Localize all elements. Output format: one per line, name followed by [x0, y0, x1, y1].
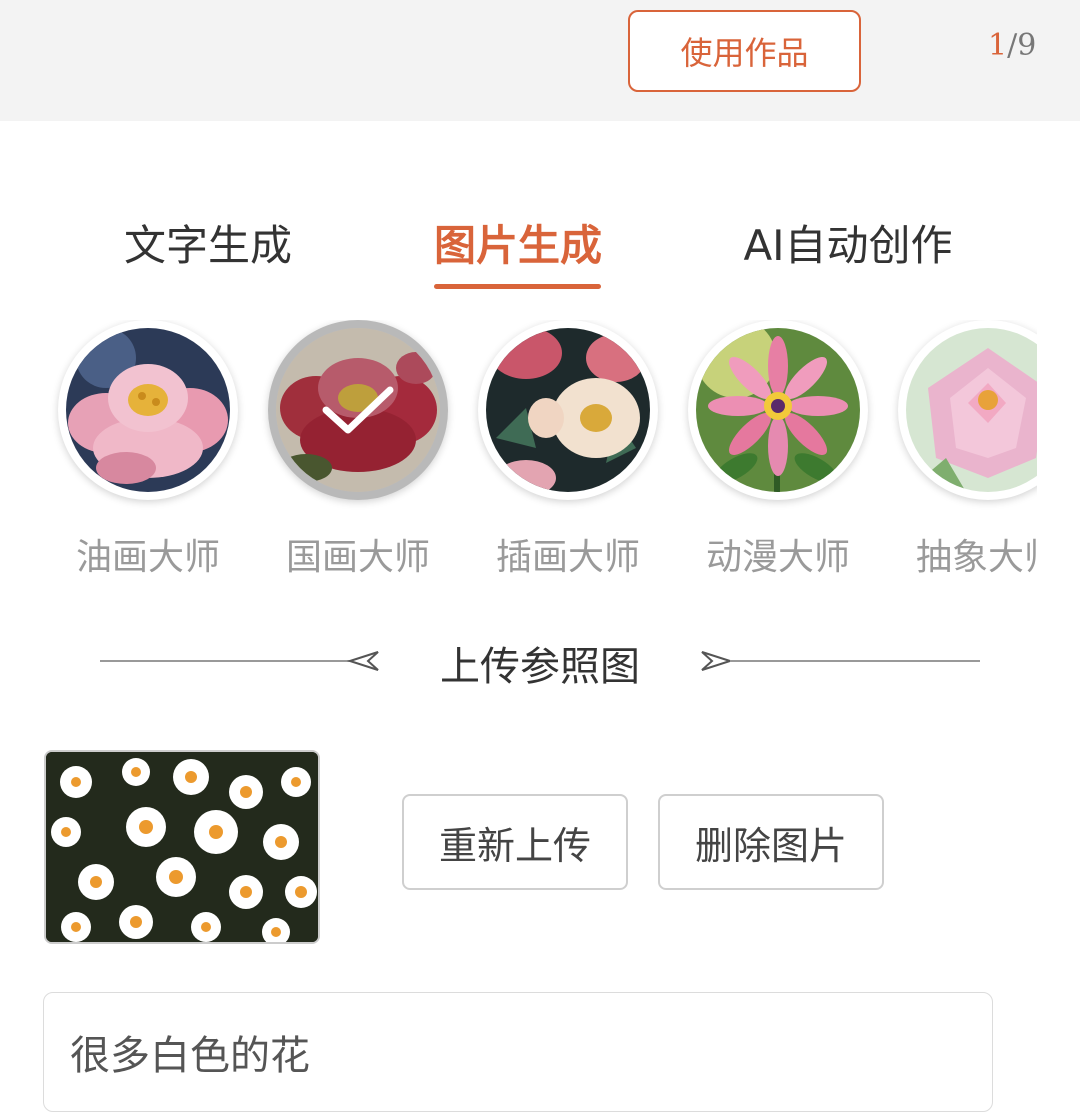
peony-chinese-painting-icon [276, 328, 440, 492]
page-current: 1 [988, 28, 1008, 63]
active-tab-indicator [434, 284, 601, 289]
upload-section-title: 上传参照图 [440, 644, 640, 690]
style-item-illustration[interactable]: 插画大师 [473, 320, 663, 580]
style-label: 动漫大师 [705, 537, 850, 578]
ornament-left-icon [100, 651, 379, 671]
page-total: /9 [1007, 28, 1037, 63]
peony-oil-painting-icon [66, 328, 230, 492]
prompt-input[interactable]: 很多白色的花 [43, 992, 993, 1112]
tab-text-generate[interactable]: 文字生成 [124, 212, 292, 273]
ornament-right-icon [701, 651, 980, 671]
style-label: 抽象大师 [915, 537, 1037, 578]
style-label: 国画大师 [285, 537, 430, 578]
style-item-anime[interactable]: 动漫大师 [683, 320, 873, 580]
tab-image-generate[interactable]: 图片生成 [434, 212, 602, 273]
style-item-oil[interactable]: 油画大师 [53, 320, 243, 580]
style-item-abstract[interactable]: 抽象大师 [893, 320, 1037, 580]
style-label: 油画大师 [75, 537, 220, 578]
upload-section-header: 上传参照图 [0, 630, 1080, 700]
style-avatar-ring-selected [268, 320, 448, 500]
top-bar: 使用作品 1/9 [0, 0, 1080, 121]
style-avatar-ring [478, 320, 658, 500]
tab-ai-auto-create[interactable]: AI自动创作 [743, 212, 952, 273]
peony-abstract-icon [906, 328, 1037, 492]
style-avatar-ring [898, 320, 1037, 500]
use-work-button[interactable]: 使用作品 [628, 10, 861, 92]
delete-image-button[interactable]: 删除图片 [658, 794, 884, 890]
prompt-text: 很多白色的花 [70, 1033, 310, 1079]
daisies-image-icon [46, 752, 318, 942]
mode-tabs: 文字生成 图片生成 AI自动创作 [0, 200, 1080, 300]
page-indicator: 1/9 [988, 28, 1036, 63]
style-avatar-ring [688, 320, 868, 500]
style-selector: 油画大师 国画大师 插画大师 动漫大师 抽象大 [44, 320, 1037, 580]
gerbera-anime-icon [696, 328, 860, 492]
style-avatar-ring [58, 320, 238, 500]
style-label: 插画大师 [495, 537, 640, 578]
reupload-button[interactable]: 重新上传 [402, 794, 628, 890]
peony-illustration-icon [486, 328, 650, 492]
check-icon [276, 328, 440, 492]
reference-image[interactable] [44, 750, 320, 944]
style-item-chinese[interactable]: 国画大师 [263, 320, 453, 580]
